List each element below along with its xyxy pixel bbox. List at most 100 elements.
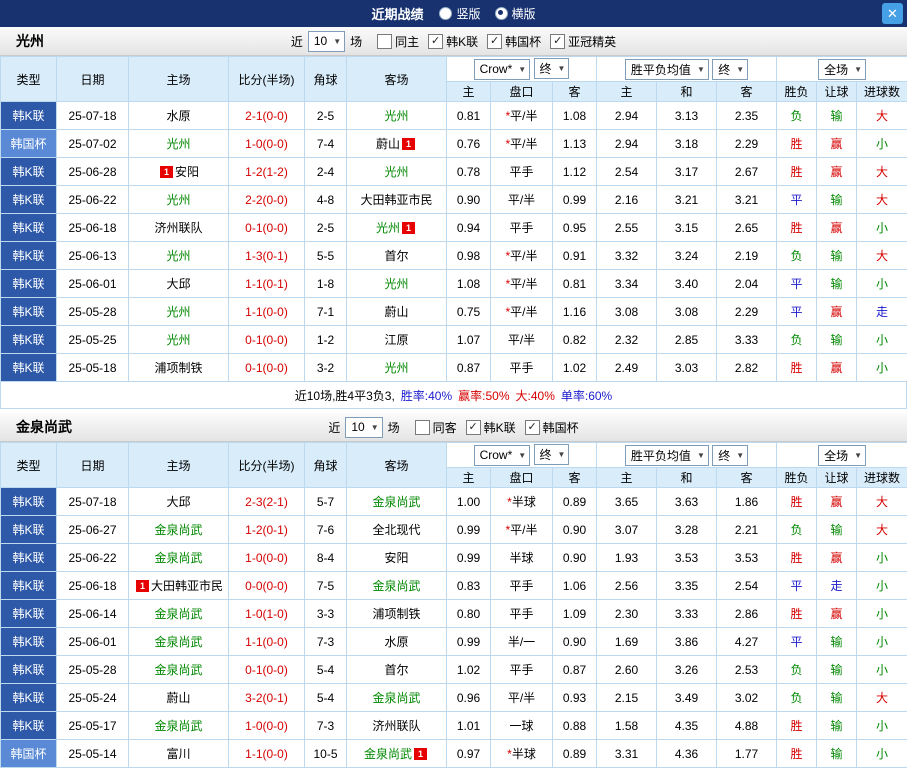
filter-checkbox[interactable]: 同主 [377, 33, 419, 50]
result-cell: 胜 [777, 214, 817, 242]
avg-away-cell: 3.21 [717, 186, 777, 214]
filter-checkbox[interactable]: ✓韩国杯 [525, 419, 579, 436]
checkbox-checked-icon[interactable]: ✓ [525, 420, 540, 435]
avg-away-cell: 3.53 [717, 544, 777, 572]
filter-checkbox-label: 韩国杯 [505, 33, 541, 50]
avg-draw-cell: 3.18 [657, 130, 717, 158]
filter-checkbox[interactable]: ✓亚冠精英 [550, 33, 616, 50]
avg-away-cell: 2.21 [717, 516, 777, 544]
favorite-mark: * [507, 495, 512, 509]
avg-stage-select[interactable]: 终▼ [712, 59, 748, 80]
corners-cell: 3-3 [305, 600, 347, 628]
avg-draw-cell: 3.28 [657, 516, 717, 544]
corners-cell: 7-6 [305, 516, 347, 544]
odds-away-cell: 1.08 [553, 102, 597, 130]
score-cell: 2-2(0-0) [229, 186, 305, 214]
handicap-result-cell: 输 [817, 186, 857, 214]
layout-radio-option[interactable]: 横版 [495, 5, 536, 22]
match-row: 韩K联25-06-22光州2-2(0-0)4-8大田韩亚市民0.90平/半0.9… [1, 186, 907, 214]
checkbox-checked-icon[interactable]: ✓ [487, 34, 502, 49]
avg-away-cell: 2.19 [717, 242, 777, 270]
league-type-cell: 韩K联 [1, 186, 57, 214]
away-team-cell: 首尔 [347, 656, 447, 684]
favorite-mark: * [505, 277, 510, 291]
match-date-cell: 25-05-25 [57, 326, 129, 354]
result-cell: 负 [777, 516, 817, 544]
popup-title: 近期战绩 [371, 4, 423, 23]
avg-draw-cell: 4.36 [657, 740, 717, 768]
score-cell: 3-2(0-1) [229, 684, 305, 712]
checkbox-checked-icon[interactable]: ✓ [466, 420, 481, 435]
handicap-cell: 平手 [491, 600, 553, 628]
odds-company-select[interactable]: Crow*▼ [474, 445, 531, 466]
filter-checkbox[interactable]: ✓韩国杯 [487, 33, 541, 50]
score-cell: 1-1(0-0) [229, 740, 305, 768]
team-name: 金泉尚武 [154, 607, 202, 621]
handicap-cell: 平/半 [491, 186, 553, 214]
avg-stage-select[interactable]: 终▼ [712, 445, 748, 466]
result-cell: 平 [777, 628, 817, 656]
away-team-cell: 大田韩亚市民 [347, 186, 447, 214]
match-count-select[interactable]: 10▼ [345, 417, 382, 438]
home-team-cell: 水原 [129, 102, 229, 130]
score-cell: 2-3(2-1) [229, 488, 305, 516]
handicap-result-cell: 输 [817, 326, 857, 354]
subcol-odds-away: 客 [553, 82, 597, 102]
avg-away-cell: 3.33 [717, 326, 777, 354]
avg-home-cell: 2.60 [597, 656, 657, 684]
league-type-cell: 韩K联 [1, 102, 57, 130]
close-button[interactable]: ✕ [882, 3, 903, 24]
filter-checkbox[interactable]: 同客 [415, 419, 457, 436]
team-name: 江原 [384, 333, 408, 347]
avg-draw-cell: 2.85 [657, 326, 717, 354]
results-table: 类型 日期 主场 比分(半场) 角球 客场 Crow*▼ 终▼ 胜平负均值▼ 终… [0, 442, 907, 768]
avg-away-cell: 1.86 [717, 488, 777, 516]
checkbox-unchecked-icon[interactable] [415, 420, 430, 435]
radio-selected-icon[interactable] [495, 7, 508, 20]
away-team-cell: 安阳 [347, 544, 447, 572]
avg-away-cell: 1.77 [717, 740, 777, 768]
match-row: 韩K联25-07-18水原2-1(0-0)2-5光州0.81*平/半1.082.… [1, 102, 907, 130]
radio-unselected-icon[interactable] [439, 7, 452, 20]
avg-home-cell: 3.34 [597, 270, 657, 298]
team-name: 金泉尚武 [364, 747, 412, 761]
team-name: 光州 [384, 165, 408, 179]
corners-cell: 5-5 [305, 242, 347, 270]
league-type-cell: 韩K联 [1, 270, 57, 298]
match-row: 韩K联25-06-27金泉尚武1-2(0-1)7-6全北现代0.99*平/半0.… [1, 516, 907, 544]
league-type-cell: 韩K联 [1, 628, 57, 656]
match-count-select[interactable]: 10▼ [308, 31, 345, 52]
scope-select[interactable]: 全场▼ [818, 445, 866, 466]
checkbox-unchecked-icon[interactable] [377, 34, 392, 49]
avg-type-select[interactable]: 胜平负均值▼ [625, 445, 709, 466]
filter-checkbox[interactable]: ✓韩K联 [466, 419, 516, 436]
layout-radio-option[interactable]: 竖版 [439, 5, 480, 22]
corners-cell: 5-7 [305, 488, 347, 516]
filter-checkbox-label: 韩K联 [446, 33, 478, 50]
score-cell: 0-1(0-0) [229, 214, 305, 242]
scope-select[interactable]: 全场▼ [818, 59, 866, 80]
filter-checkbox[interactable]: ✓韩K联 [428, 33, 478, 50]
home-team-cell: 光州 [129, 326, 229, 354]
avg-type-select[interactable]: 胜平负均值▼ [625, 59, 709, 80]
home-team-cell: 金泉尚武 [129, 600, 229, 628]
match-row: 韩K联25-06-18济州联队0-1(0-0)2-5光州10.94平手0.952… [1, 214, 907, 242]
goals-result-cell: 大 [857, 516, 907, 544]
corners-cell: 1-2 [305, 326, 347, 354]
home-team-cell: 济州联队 [129, 214, 229, 242]
odds-stage-select[interactable]: 终▼ [534, 444, 570, 465]
league-type-cell: 韩K联 [1, 158, 57, 186]
scope-controls: 全场▼ [777, 443, 907, 468]
team-name: 全北现代 [372, 523, 420, 537]
odds-company-select[interactable]: Crow*▼ [474, 59, 531, 80]
summary-stat: 赢率:50% [458, 387, 509, 404]
checkbox-checked-icon[interactable]: ✓ [550, 34, 565, 49]
handicap-result-cell: 赢 [817, 298, 857, 326]
handicap-cell: *平/半 [491, 242, 553, 270]
odds-stage-select[interactable]: 终▼ [534, 58, 570, 79]
team-name: 金泉尚武 [372, 495, 420, 509]
checkbox-checked-icon[interactable]: ✓ [428, 34, 443, 49]
team-name: 浦项制铁 [154, 361, 202, 375]
avg-draw-cell: 3.53 [657, 544, 717, 572]
chevron-down-icon: ▼ [518, 65, 526, 74]
